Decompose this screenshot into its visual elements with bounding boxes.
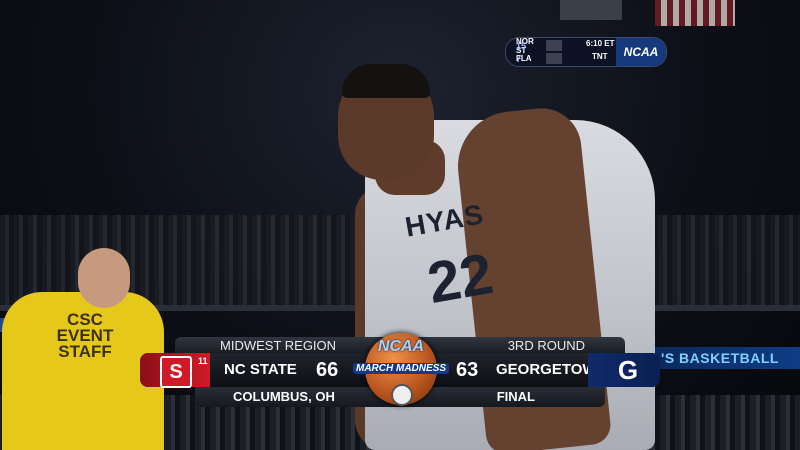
- american-flag: [655, 0, 735, 26]
- march-madness-ncaa-text: NCAA: [377, 338, 425, 355]
- network-name: TNT: [592, 52, 608, 61]
- cbs-eye-icon: [391, 384, 413, 406]
- staff-shirt-text: CSC EVENT STAFF: [56, 310, 114, 361]
- georgetown-logo-icon: G: [617, 355, 639, 385]
- game-status: FINAL: [496, 389, 535, 404]
- team2-seed: 7: [516, 53, 522, 64]
- team1-seed: 15: [516, 40, 527, 51]
- march-madness-wordmark: MARCH MADNESS: [353, 363, 449, 374]
- location-label: COLUMBUS, OH: [233, 389, 335, 404]
- jersey-number: 22: [422, 240, 498, 317]
- ncaa-logo: NCAA: [616, 38, 666, 66]
- ceiling-banner: [560, 0, 622, 20]
- home-seed: 11: [198, 356, 208, 366]
- broadcast-frame: 'S BASKETBALL CSC EVENT STAFF HYAS 22 15…: [0, 0, 800, 450]
- home-team-name: NC STATE: [224, 361, 297, 378]
- other-game-bug: 15 NOR ST 7 FLA 6:10 ET TNT NCAA: [505, 37, 667, 67]
- team2-score-box: [546, 53, 562, 64]
- away-score: 63: [456, 359, 479, 381]
- nc-state-logo-icon: S: [160, 356, 192, 388]
- staff-head: [78, 248, 130, 308]
- other-game-team1: 15 NOR ST: [516, 38, 562, 55]
- player-hair: [342, 64, 430, 98]
- team1-score-box: [546, 40, 562, 51]
- other-game-team2: 7 FLA: [516, 52, 562, 65]
- ribbon-board-right: 'S BASKETBALL: [655, 347, 800, 369]
- home-score: 66: [316, 359, 339, 381]
- game-time: 6:10 ET: [586, 39, 615, 48]
